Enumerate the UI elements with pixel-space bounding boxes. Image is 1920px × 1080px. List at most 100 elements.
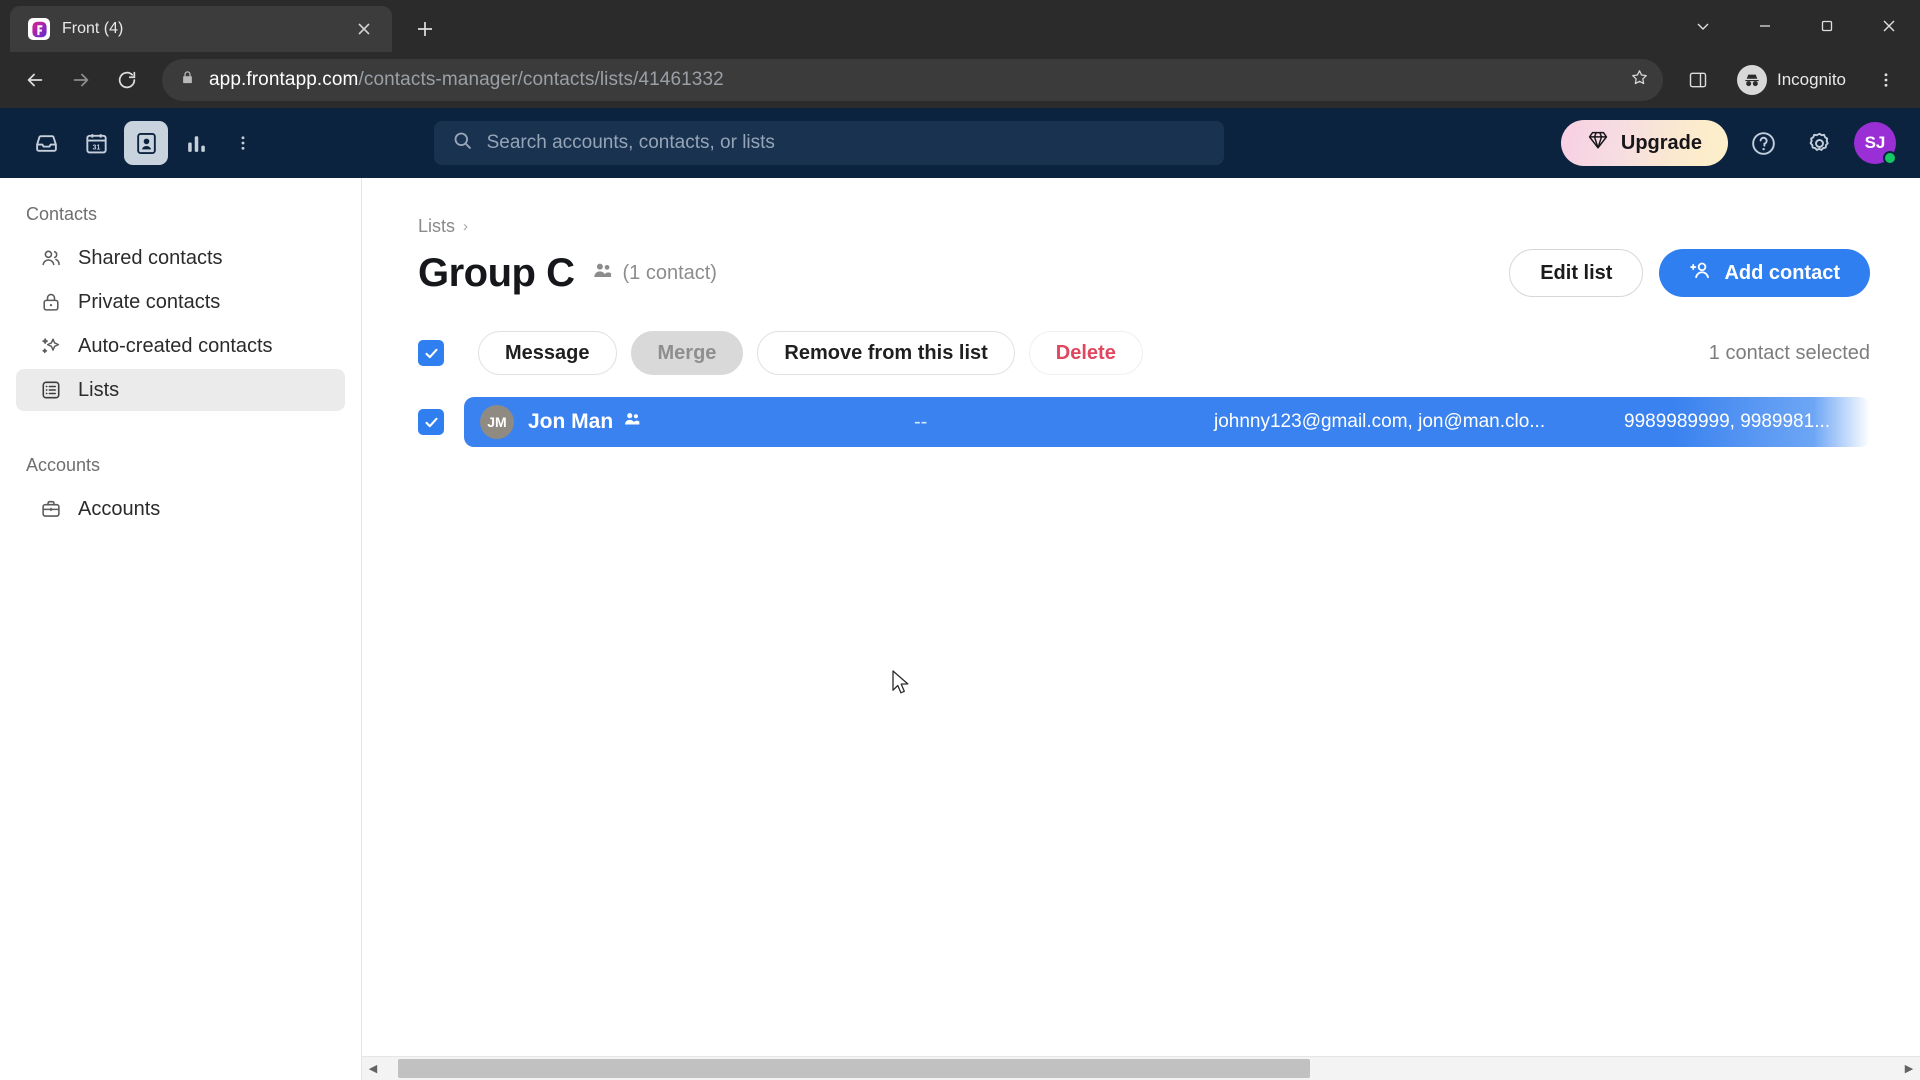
incognito-label: Incognito [1777,70,1846,89]
forward-arrow-icon[interactable] [60,59,102,101]
avatar-initials: SJ [1864,133,1886,152]
scroll-right-arrow-icon[interactable]: ▶ [1898,1062,1920,1075]
contact-count: (1 contact) [592,260,717,287]
browser-tab[interactable]: Front (4) [10,6,392,52]
horizontal-scrollbar[interactable]: ◀ ▶ [362,1056,1920,1080]
lock-icon [40,291,62,313]
browser-toolbar: app.frontapp.com/contacts-manager/contac… [0,52,1920,108]
browser-tabstrip: Front (4) [0,0,1920,52]
people-icon [592,260,613,287]
contact-count-label: (1 contact) [622,261,717,284]
contact-avatar: JM [480,405,514,439]
close-icon[interactable] [350,15,378,43]
sidebar-section-title-accounts: Accounts [26,455,101,475]
title-actions: Edit list Add contact [1509,249,1870,297]
incognito-icon [1737,65,1767,95]
selected-count-label: 1 contact selected [1708,341,1870,364]
minimize-icon[interactable] [1734,0,1796,52]
more-kebab-icon[interactable] [224,121,262,165]
back-arrow-icon[interactable] [14,59,56,101]
search-placeholder: Search accounts, contacts, or lists [486,132,775,153]
front-logo-icon [28,18,50,40]
add-contact-button[interactable]: Add contact [1659,249,1870,297]
remove-from-list-button[interactable]: Remove from this list [757,331,1015,375]
scroll-left-arrow-icon[interactable]: ◀ [362,1062,384,1075]
bookmark-star-icon[interactable] [1630,68,1649,92]
chevron-right-icon: › [463,218,469,235]
sidebar-item-label: Lists [78,378,120,401]
toolbar-right: Incognito [1677,59,1906,101]
topbar-right-actions: Upgrade SJ [1560,120,1897,166]
app-body: Contacts Shared contacts Private contact… [0,178,1920,1080]
help-circle-icon[interactable] [1742,122,1784,164]
reload-icon[interactable] [106,59,148,101]
delete-label: Delete [1055,341,1116,364]
close-icon[interactable] [1858,0,1920,52]
calendar-icon[interactable]: 31 [74,121,118,165]
sidebar-item-label: Auto-created contacts [78,334,273,357]
url-domain: app.frontapp.com [209,69,359,90]
address-bar[interactable]: app.frontapp.com/contacts-manager/contac… [162,59,1663,101]
contact-row-card[interactable]: JM Jon Man -- johnny123@gmail.com, jon@m… [464,397,1870,447]
presence-indicator [1883,151,1897,165]
diamond-icon [1587,129,1609,157]
contact-name-cell: Jon Man [528,410,641,434]
sidebar: Contacts Shared contacts Private contact… [0,178,362,1080]
contact-company-cell: -- [914,410,928,433]
contact-name: Jon Man [528,410,614,433]
upgrade-label: Upgrade [1620,131,1702,154]
sidebar-item-auto-created-contacts[interactable]: Auto-created contacts [16,325,345,367]
scrollbar-thumb[interactable] [398,1058,1310,1078]
message-label: Message [505,341,590,364]
kebab-menu-icon[interactable] [1866,60,1906,100]
maximize-icon[interactable] [1796,0,1858,52]
sidebar-item-shared-contacts[interactable]: Shared contacts [16,237,345,279]
search-icon [452,130,473,156]
remove-label: Remove from this list [784,341,988,364]
merge-label: Merge [657,341,717,364]
url-path: /contacts-manager/contacts/lists/4146133… [358,69,724,90]
avatar[interactable]: SJ [1854,122,1897,165]
chevron-down-icon[interactable] [1672,0,1734,52]
people-icon [623,410,641,434]
list-icon [40,379,62,401]
select-all-checkbox[interactable] [418,340,444,366]
sidebar-item-label: Private contacts [78,290,221,313]
url-text: app.frontapp.com/contacts-manager/contac… [209,69,1616,91]
person-plus-icon [1689,259,1712,288]
page-title: Group C [418,250,575,295]
sidebar-section-title-contacts: Contacts [26,204,98,224]
message-button[interactable]: Message [478,331,617,375]
sidebar-item-accounts[interactable]: Accounts [16,488,345,530]
scrollbar-track[interactable] [384,1057,1898,1080]
browser-tab-title: Front (4) [62,20,124,37]
edit-list-button[interactable]: Edit list [1509,249,1644,297]
breadcrumb: Lists › [418,216,1870,237]
inbox-icon[interactable] [24,121,68,165]
contacts-icon[interactable] [124,121,168,165]
search-input[interactable]: Search accounts, contacts, or lists [433,121,1224,165]
sidebar-item-private-contacts[interactable]: Private contacts [16,281,345,323]
analytics-icon[interactable] [174,121,218,165]
delete-button[interactable]: Delete [1028,331,1143,375]
page-title-row: Group C (1 contact) Edit list Add contac… [418,249,1870,297]
selection-toolbar: Message Merge Remove from this list Dele… [418,331,1870,375]
merge-button[interactable]: Merge [630,331,744,375]
table-row[interactable]: JM Jon Man -- johnny123@gmail.com, jon@m… [418,397,1870,447]
sidebar-item-label: Shared contacts [78,246,223,269]
side-panel-icon[interactable] [1677,59,1719,101]
add-contact-label: Add contact [1724,261,1840,284]
incognito-indicator[interactable]: Incognito [1729,60,1862,100]
row-checkbox[interactable] [418,409,444,435]
contacts-table: JM Jon Man -- johnny123@gmail.com, jon@m… [418,397,1870,447]
sidebar-item-lists[interactable]: Lists [16,369,345,411]
app-topbar: 31 Search accounts, contacts, or lists U… [0,108,1920,178]
gear-icon[interactable] [1798,122,1840,164]
sparkle-icon [40,335,62,357]
breadcrumb-lists-link[interactable]: Lists [418,216,455,237]
upgrade-button[interactable]: Upgrade [1560,120,1728,166]
main-content: Lists › Group C (1 contact) Edit list Ad… [362,178,1920,1080]
new-tab-button[interactable] [406,10,444,48]
browser-chrome: Front (4) app.frontapp.com/contacts-mana… [0,0,1920,108]
